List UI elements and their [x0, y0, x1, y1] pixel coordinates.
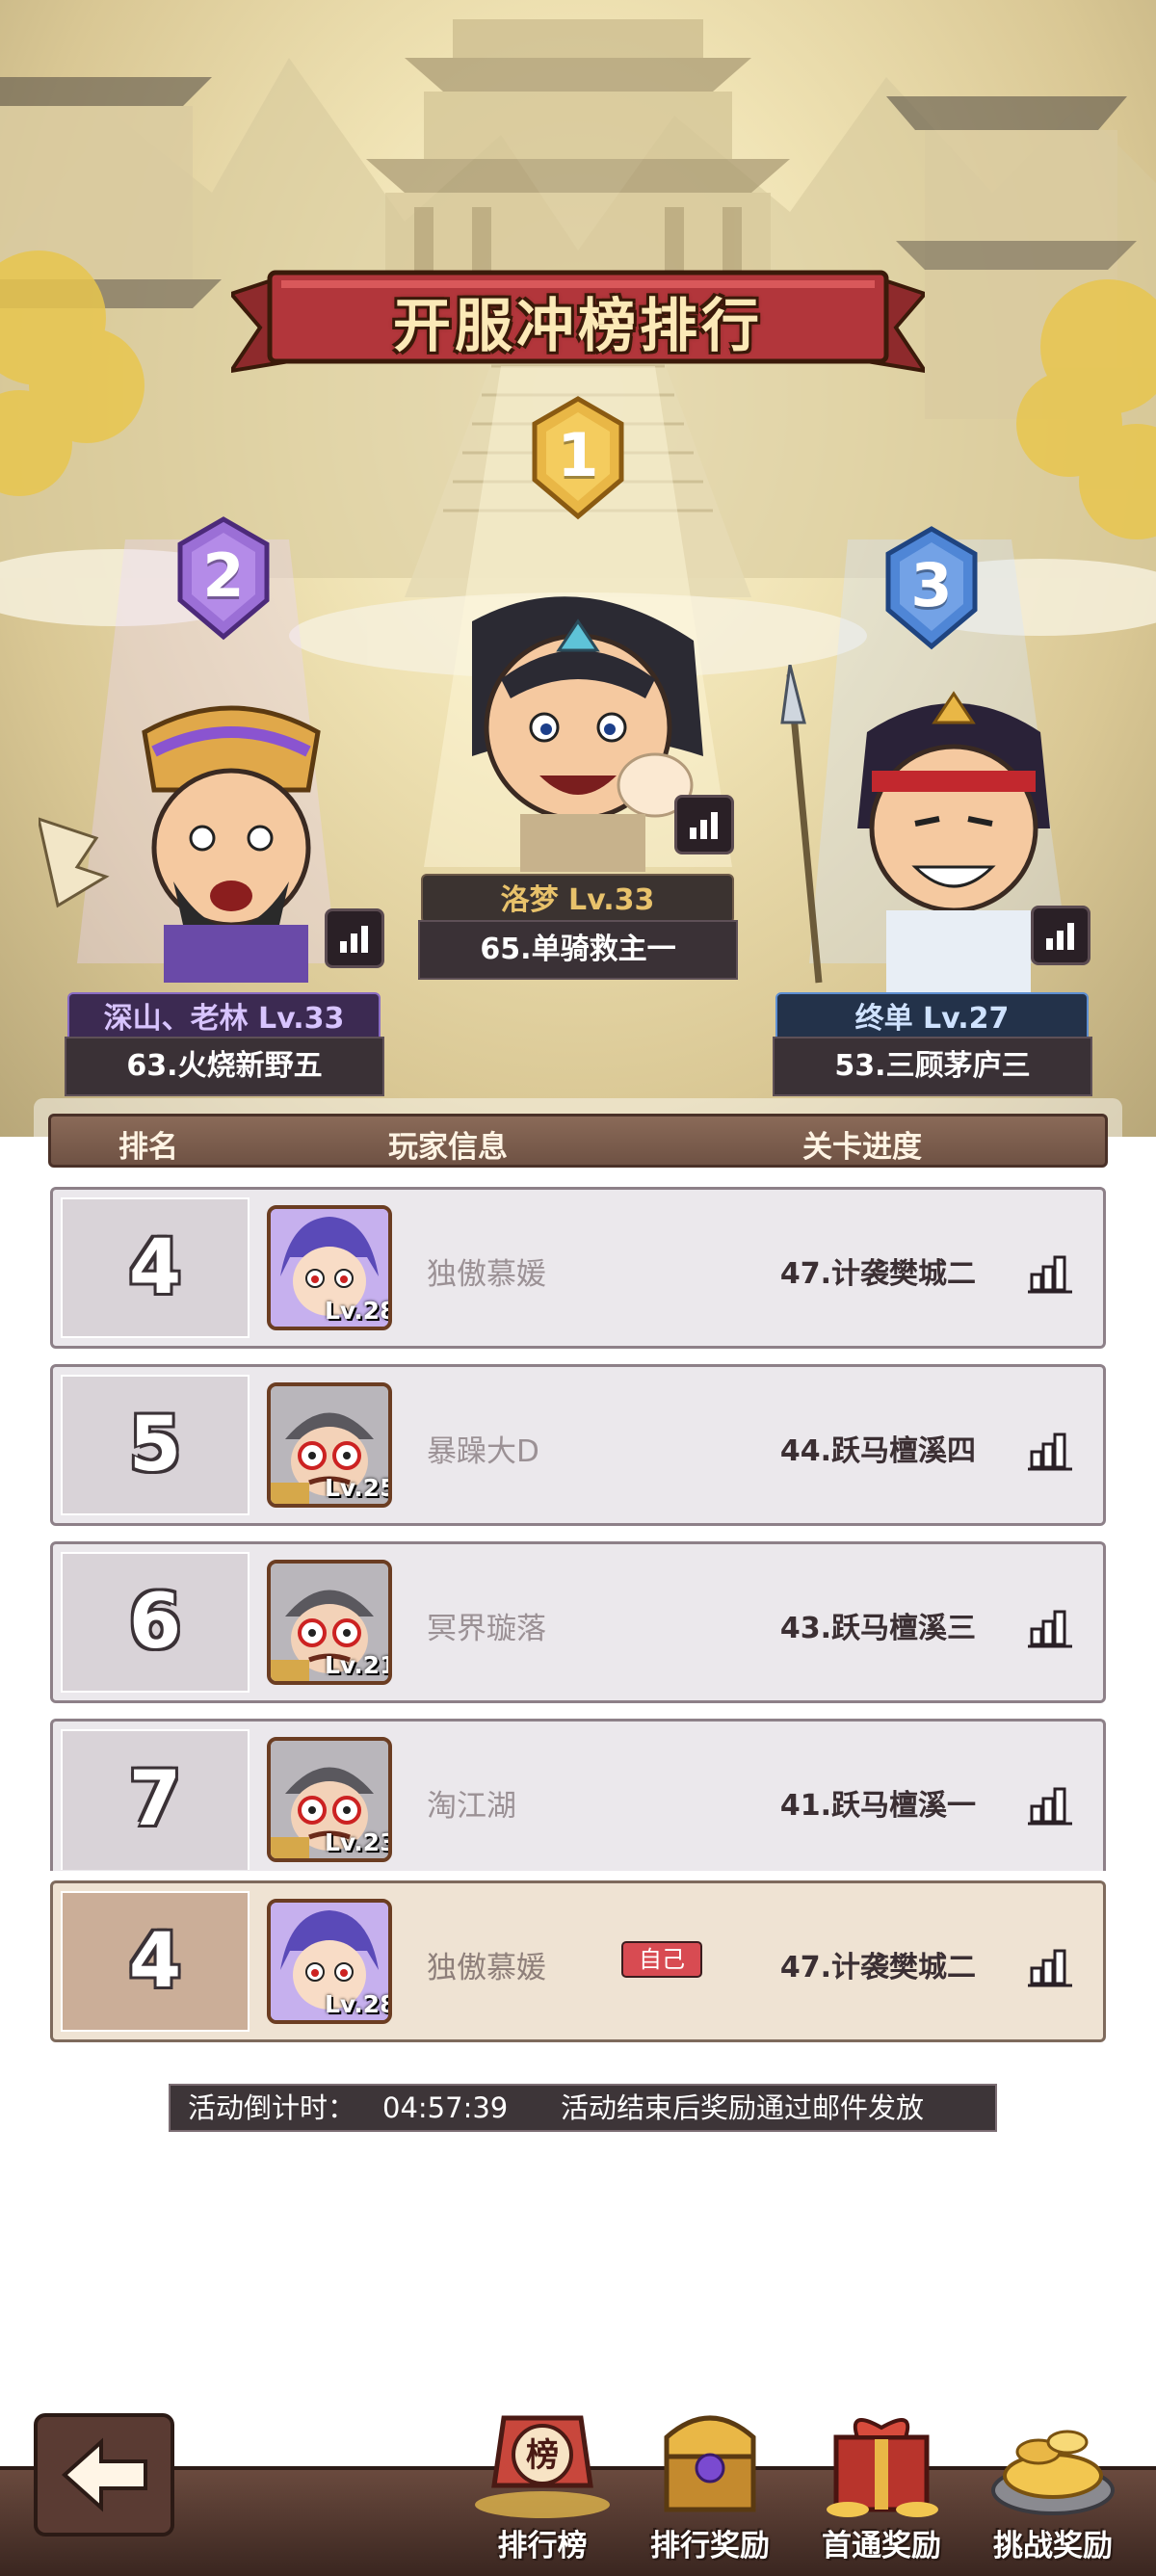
stage-progress: 47.计袭樊城二	[779, 1951, 976, 1985]
stats-chart-icon[interactable]	[1026, 1779, 1074, 1827]
self-rank-row[interactable]: 4 Lv.28 独傲慕媛 自己 47.计袭樊城二	[50, 1880, 1106, 2042]
stats-chart-icon[interactable]	[1026, 1602, 1074, 1650]
self-badge: 自己	[621, 1941, 702, 1978]
player-avatar[interactable]: Lv.28	[267, 1205, 392, 1330]
tab-first-clear-rewards[interactable]: 首通奖励	[800, 2399, 963, 2572]
tab-ranking-rewards[interactable]: 排行奖励	[628, 2399, 792, 2572]
ranking-badge-text: 榜	[526, 2436, 559, 2475]
player-column-header: 玩家信息	[388, 1130, 508, 1165]
rank-3-stage-progress: 53.三顾茅庐三	[773, 1037, 1092, 1096]
player-level: Lv.28	[325, 1297, 392, 1325]
rank-number: 6	[128, 1579, 182, 1666]
rank-2-medal: 2	[171, 515, 276, 641]
rank-number: 7	[128, 1756, 182, 1843]
tab-label: 首通奖励	[822, 2529, 941, 2563]
table-row[interactable]: 7 Lv.23 淘江湖 41.跃马檀溪一	[50, 1719, 1106, 1871]
treasure-chest-icon	[664, 2415, 756, 2512]
rank-2-number: 2	[202, 540, 245, 611]
stats-chart-icon[interactable]	[1026, 1941, 1074, 1989]
page-title: 开服冲榜排行	[393, 293, 763, 360]
rank-3-number: 3	[910, 550, 953, 620]
table-row[interactable]: 6 Lv.21 冥界璇落 43.跃马檀溪三	[50, 1541, 1106, 1703]
rank-2-stats-button[interactable]	[325, 908, 384, 968]
countdown-label: 活动倒计时：	[188, 2091, 356, 2124]
table-row[interactable]: 5 Lv.25 暴躁大D 44.跃马檀溪四	[50, 1364, 1106, 1526]
tab-label: 排行榜	[497, 2529, 588, 2563]
table-row[interactable]: 4 Lv.28 独傲慕媛 47.计袭樊城二	[50, 1187, 1106, 1349]
tab-challenge-rewards[interactable]: 挑战奖励	[971, 2399, 1135, 2572]
countdown-time: 04:57:39	[382, 2091, 509, 2124]
back-arrow-icon	[62, 2437, 147, 2512]
back-button[interactable]	[34, 2413, 174, 2537]
player-avatar[interactable]: Lv.28	[267, 1899, 392, 2024]
player-level: Lv.23	[325, 1828, 392, 1856]
stage-progress: 43.跃马檀溪三	[779, 1612, 976, 1645]
player-name: 暴躁大D	[427, 1434, 539, 1469]
rank-3-player-name: 终单 Lv.27	[775, 992, 1089, 1042]
rank-2-hero-character[interactable]	[39, 694, 366, 983]
ranking-scroll-icon: 榜	[475, 2415, 610, 2518]
tab-label: 挑战奖励	[993, 2529, 1113, 2563]
ranking-table-header: 排名 玩家信息 关卡进度	[48, 1114, 1108, 1168]
player-avatar[interactable]: Lv.23	[267, 1737, 392, 1862]
rank-3-medal: 3	[879, 525, 985, 650]
player-name: 独傲慕媛	[427, 1257, 546, 1292]
stage-progress: 44.跃马檀溪四	[779, 1434, 976, 1468]
player-avatar[interactable]: Lv.25	[267, 1382, 392, 1508]
rank-3-stats-button[interactable]	[1031, 906, 1090, 965]
rank-number: 4	[128, 1224, 182, 1311]
gift-box-icon	[827, 2418, 938, 2517]
player-level: Lv.25	[325, 1474, 392, 1502]
rank-number: 4	[128, 1918, 182, 2005]
rank-column-header: 排名	[118, 1130, 178, 1165]
gold-pile-icon	[991, 2430, 1115, 2515]
player-level: Lv.28	[325, 1990, 392, 2018]
event-countdown-bar: 活动倒计时： 04:57:39 活动结束后奖励通过邮件发放	[169, 2084, 997, 2132]
player-name: 独傲慕媛	[427, 1951, 546, 1985]
player-level: Lv.21	[325, 1651, 392, 1679]
rank-2-player-name: 深山、老林 Lv.33	[67, 992, 381, 1042]
stats-chart-icon[interactable]	[1026, 1425, 1074, 1473]
rank-1-stage-progress: 65.单骑救主一	[418, 920, 738, 980]
player-name: 冥界璇落	[427, 1612, 546, 1646]
player-avatar[interactable]: Lv.21	[267, 1560, 392, 1685]
tab-label: 排行奖励	[650, 2529, 770, 2563]
tab-leaderboard[interactable]: 榜 排行榜	[460, 2399, 624, 2572]
rank-number: 5	[128, 1402, 182, 1488]
progress-column-header: 关卡进度	[802, 1130, 922, 1165]
rank-1-medal: 1	[525, 395, 631, 520]
player-name: 淘江湖	[427, 1789, 516, 1824]
rank-1-stats-button[interactable]	[674, 795, 734, 854]
rank-2-stage-progress: 63.火烧新野五	[65, 1037, 384, 1096]
rank-1-number: 1	[557, 420, 599, 490]
reward-mail-note: 活动结束后奖励通过邮件发放	[561, 2091, 925, 2124]
stage-progress: 41.跃马檀溪一	[779, 1789, 976, 1823]
stats-chart-icon[interactable]	[1026, 1248, 1074, 1296]
stage-progress: 47.计袭樊城二	[779, 1257, 976, 1291]
rank-1-player-name: 洛梦 Lv.33	[421, 874, 734, 924]
